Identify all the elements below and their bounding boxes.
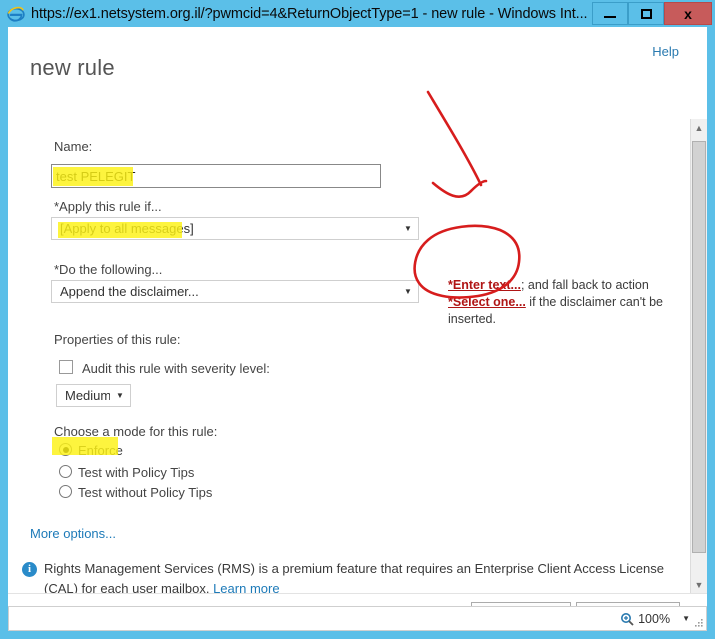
chevron-down-icon[interactable]: ▼ — [682, 614, 690, 623]
browser-client-area: Help new rule Name: *Apply this rule if.… — [8, 27, 707, 631]
select-one-link[interactable]: *Select one... — [448, 295, 526, 309]
audit-checkbox-label: Audit this rule with severity level: — [82, 361, 270, 376]
action-hint-middle: ; and fall back to action — [520, 278, 649, 292]
resize-grip-icon[interactable] — [694, 618, 704, 628]
zoom-in-icon — [621, 612, 634, 626]
minimize-icon — [604, 15, 616, 18]
mode-radio-test-with-tips[interactable] — [59, 465, 72, 478]
apply-if-dropdown[interactable]: [Apply to all messages] ▼ — [51, 217, 419, 240]
title-bar[interactable]: https://ex1.netsystem.org.il/?pwmcid=4&R… — [0, 0, 715, 27]
page-content: Help new rule Name: *Apply this rule if.… — [8, 27, 707, 593]
do-following-value: Append the disclaimer... — [60, 284, 199, 299]
apply-if-label: *Apply this rule if... — [54, 199, 162, 214]
name-field-label: Name: — [54, 139, 93, 154]
chevron-down-icon: ▼ — [116, 390, 124, 400]
do-following-dropdown[interactable]: Append the disclaimer... ▼ — [51, 280, 419, 303]
rms-notice-body: Rights Management Services (RMS) is a pr… — [44, 561, 664, 593]
maximize-icon — [640, 8, 652, 19]
help-link[interactable]: Help — [652, 44, 679, 59]
rms-notice: i Rights Management Services (RMS) is a … — [22, 559, 677, 593]
audit-checkbox[interactable] — [59, 360, 73, 374]
mode-radio-test-without-tips[interactable] — [59, 485, 72, 498]
severity-value: Medium — [65, 388, 110, 403]
window-title: https://ex1.netsystem.org.il/?pwmcid=4&R… — [31, 5, 588, 22]
status-bar: 100% ▼ — [8, 606, 707, 631]
mode-label-test-without-tips: Test without Policy Tips — [78, 485, 213, 500]
internet-explorer-icon — [7, 6, 25, 22]
mode-label-test-with-tips: Test with Policy Tips — [78, 465, 195, 480]
chevron-down-icon: ▼ — [404, 223, 412, 233]
close-button[interactable]: x — [664, 2, 712, 25]
scrollbar-thumb[interactable] — [692, 141, 706, 553]
name-input[interactable] — [51, 164, 381, 188]
minimize-button[interactable] — [592, 2, 628, 25]
scroll-up-button[interactable]: ▲ — [691, 119, 707, 136]
maximize-button[interactable] — [628, 2, 664, 25]
zoom-control[interactable]: 100% ▼ — [620, 612, 690, 626]
mode-label-enforce: Enforce — [78, 443, 123, 458]
info-icon: i — [22, 562, 37, 577]
mode-radio-enforce[interactable] — [59, 443, 72, 456]
learn-more-link[interactable]: Learn more — [213, 581, 279, 593]
chevron-up-icon: ▲ — [694, 122, 704, 133]
page-title: new rule — [30, 55, 115, 80]
vertical-scrollbar[interactable]: ▲ ▼ — [690, 119, 707, 593]
mode-label: Choose a mode for this rule: — [54, 424, 218, 439]
enter-text-link[interactable]: *Enter text... — [448, 278, 521, 292]
chevron-down-icon: ▼ — [404, 286, 412, 296]
scroll-down-button[interactable]: ▼ — [691, 576, 707, 593]
rms-notice-text: Rights Management Services (RMS) is a pr… — [44, 559, 677, 593]
do-following-label: *Do the following... — [54, 262, 163, 277]
browser-window: https://ex1.netsystem.org.il/?pwmcid=4&R… — [0, 0, 715, 639]
zoom-level: 100% — [638, 611, 671, 626]
close-icon: x — [684, 5, 692, 22]
severity-dropdown[interactable]: Medium ▼ — [56, 384, 131, 407]
properties-label: Properties of this rule: — [54, 332, 181, 347]
chevron-down-icon: ▼ — [694, 579, 704, 590]
action-hint-text: *Enter text...; and fall back to action … — [448, 277, 693, 328]
apply-if-value: [Apply to all messages] — [60, 221, 194, 236]
more-options-link[interactable]: More options... — [30, 526, 116, 541]
